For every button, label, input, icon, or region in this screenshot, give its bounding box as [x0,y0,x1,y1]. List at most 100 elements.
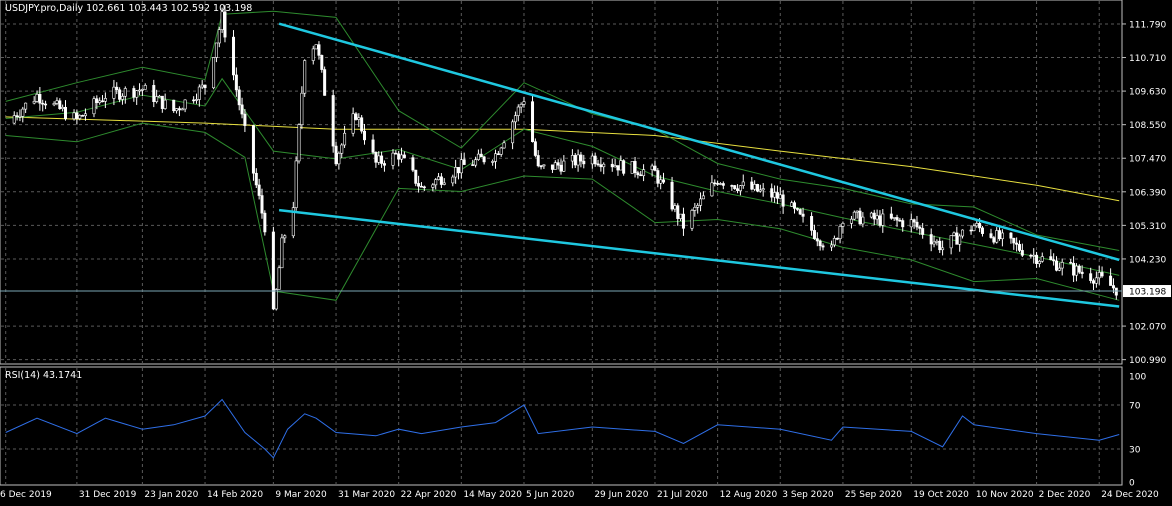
candle-body [909,219,913,228]
candle-body [961,229,965,237]
candle-body [212,57,216,89]
candle-body [511,121,515,144]
candle-body [101,100,105,103]
candle-body [1052,259,1056,262]
x-tick-label: 14 May 2020 [463,490,522,500]
candle-body [630,161,634,174]
candle-body [18,115,22,118]
candle-body [232,36,236,76]
candle-body [320,55,324,70]
x-tick-label: 29 Jun 2020 [594,490,648,500]
candle-body [1017,244,1021,251]
candle-body [613,165,617,168]
candle-body [257,184,261,196]
candle-body [921,228,925,235]
candle-body [474,159,478,166]
candle-body [303,60,307,94]
candle-body [542,164,546,167]
candle-body [434,179,438,186]
candle-body [713,182,717,185]
candle-body [123,88,127,97]
candle-body [533,141,537,156]
candle-body [194,99,198,101]
candle-body [163,99,167,109]
candle-body [662,179,666,183]
candle-body [773,192,777,198]
candle-body [989,233,993,238]
candle-body [414,169,418,184]
candle-body [590,155,594,165]
candle-body [1069,262,1073,264]
rsi-header: RSI(14) 43.1741 [5,370,82,381]
candle-body [1072,263,1076,276]
candle-body [491,161,495,163]
x-tick-label: 5 Jun 2020 [526,490,575,500]
candle-body [343,132,347,146]
candle-body [314,44,318,50]
candle-body [736,188,740,191]
candle-body [798,209,802,215]
candle-body [58,100,62,109]
candle-body [1035,254,1039,264]
candle-body [815,238,819,242]
candle-body [112,86,116,99]
candle-body [1100,272,1104,277]
candle-body [172,99,176,112]
candle-body [380,155,384,164]
candle-body [718,183,722,185]
candle-body [32,101,36,104]
x-tick-label: 2 Dec 2020 [1039,490,1091,500]
y-tick-label: 105.310 [1129,222,1166,232]
candle-body [656,170,660,184]
candle-body [582,160,586,165]
x-tick-label: 21 Jul 2020 [657,490,708,500]
candle-body [482,156,486,163]
rsi-tick-label: 30 [1129,446,1141,456]
candle-body [795,208,799,210]
candle-body [217,29,221,44]
candle-body [479,153,483,158]
candle-body [639,174,643,177]
candle-body [340,144,344,154]
candle-body [949,235,953,249]
candle-body [733,185,737,189]
candle-body [431,184,435,188]
candle-body [1109,275,1113,286]
candle-body [935,240,939,243]
candle-body [901,220,905,228]
candle-body [701,195,705,200]
candle-body [354,113,358,120]
candle-body [801,213,805,217]
candle-body [81,115,85,117]
candle-body [872,212,876,220]
candle-body [593,155,597,165]
candle-body [456,167,460,174]
candle-body [710,182,714,197]
rsi-tick-label: 100 [1129,373,1146,383]
candle-body [254,172,258,186]
candle-body [351,113,355,134]
candle-body [277,267,281,290]
candle-body [898,219,902,222]
x-tick-label: 14 Feb 2020 [207,490,263,500]
candle-body [810,216,814,231]
candle-body [861,216,865,225]
candle-body [177,108,181,111]
candle-body [821,245,825,248]
y-tick-label: 111.790 [1129,20,1166,30]
candle-body [975,223,979,227]
candle-body [1049,256,1053,261]
candle-body [753,184,757,190]
candle-body [180,108,184,111]
x-tick-label: 12 Aug 2020 [720,490,778,500]
moving-average-line [5,116,1120,202]
candle-body [513,115,517,123]
candle-body [52,103,56,106]
x-tick-label: 10 Nov 2020 [976,490,1034,500]
candle-body [411,157,415,171]
candle-body [103,98,107,102]
candle-body [377,155,381,163]
candle-body [539,165,543,168]
candle-body [978,223,982,229]
candle-body [1029,254,1033,257]
